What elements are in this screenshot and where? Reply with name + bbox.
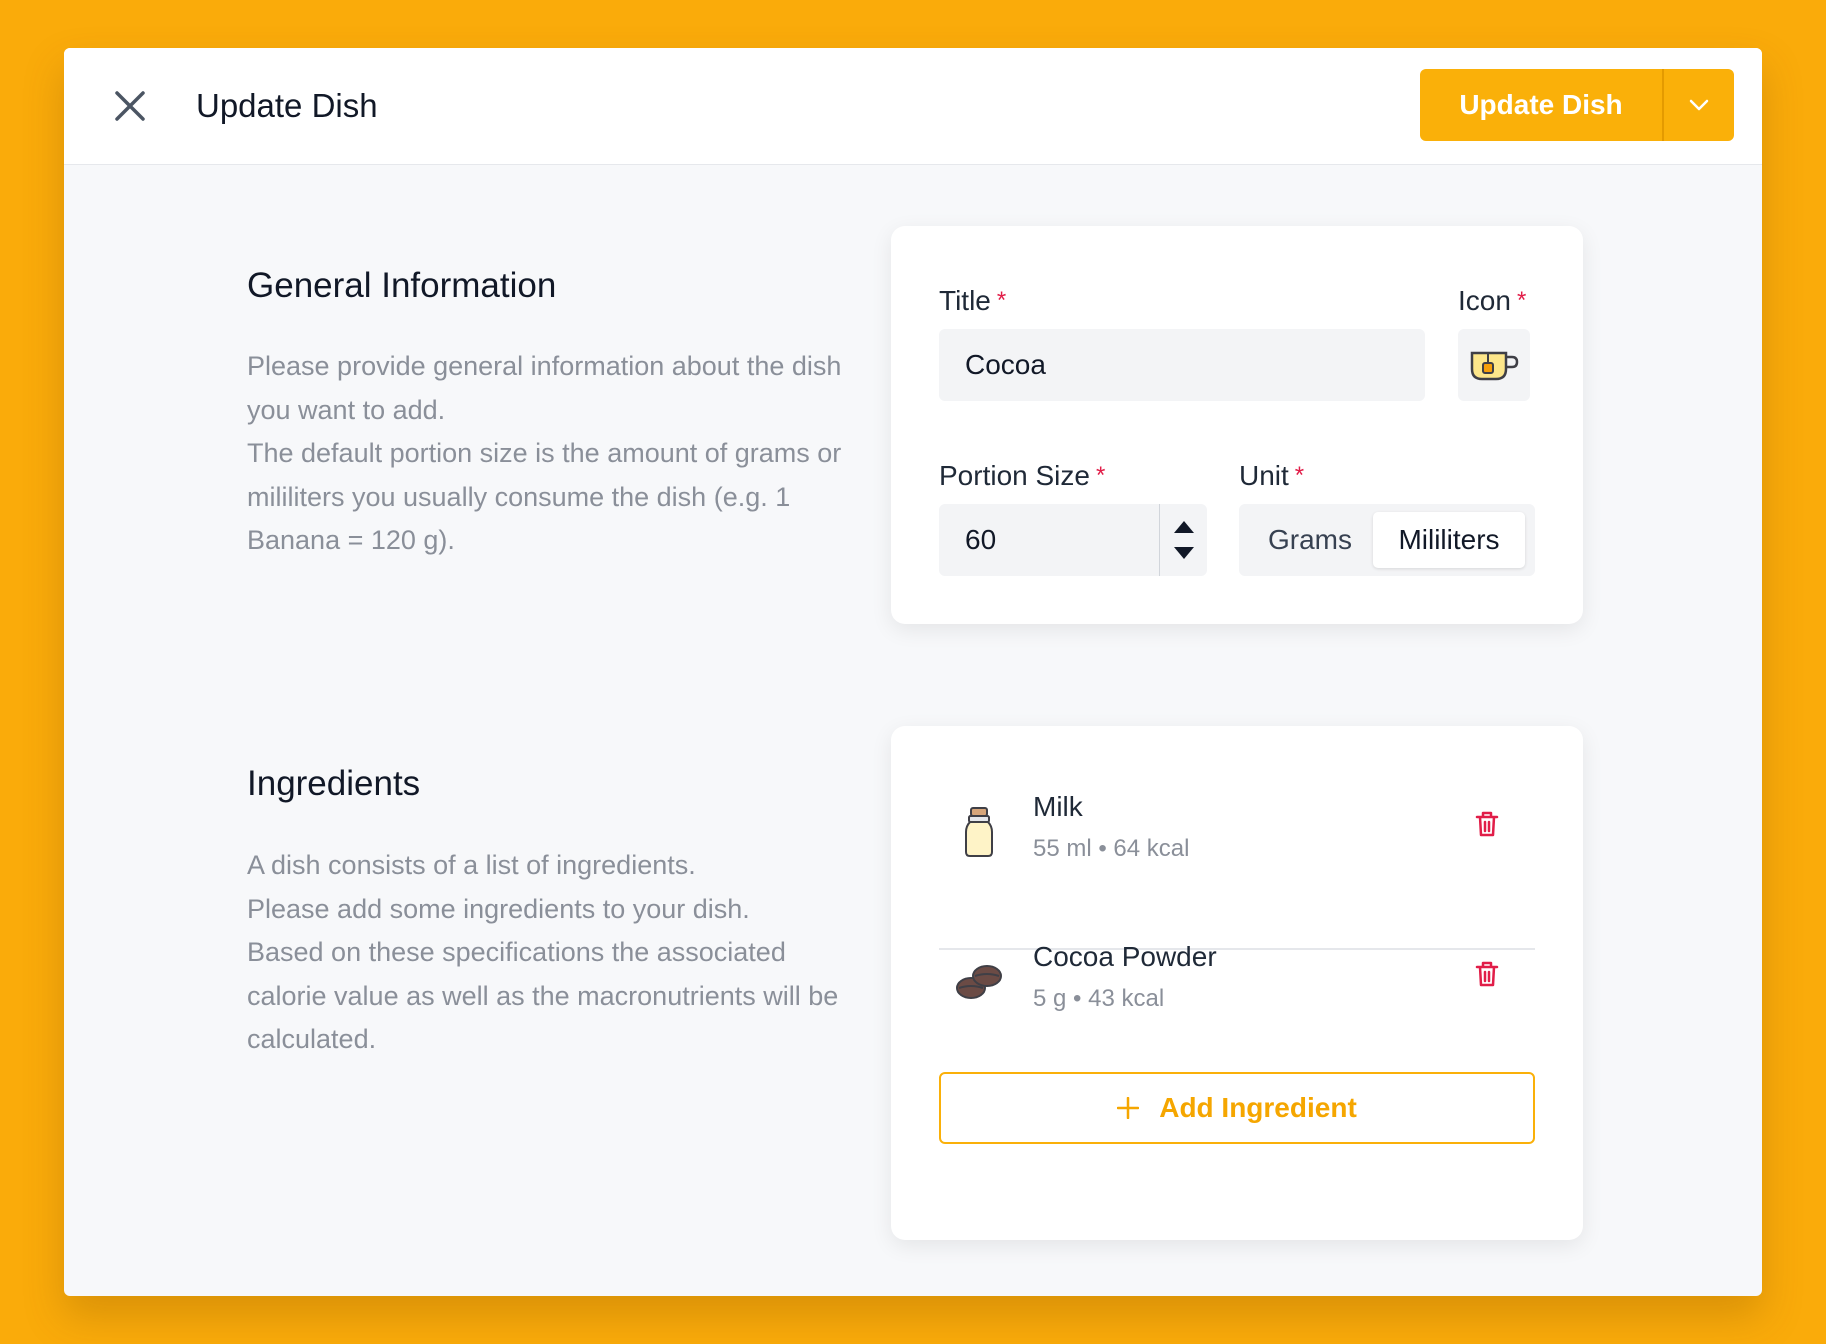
- increment-arrow-icon[interactable]: [1173, 521, 1194, 533]
- general-information-card: Title* Cocoa Icon* Portion Size* 60 U: [891, 226, 1583, 624]
- add-ingredient-button[interactable]: Add Ingredient: [939, 1072, 1535, 1144]
- coffee-beans-icon: [939, 950, 1019, 1014]
- chevron-down-icon: [1689, 99, 1709, 111]
- ingredient-meta: 55 ml • 64 kcal: [1033, 835, 1190, 862]
- unit-segmented-control: Grams Mililiters: [1239, 504, 1535, 576]
- ingredient-row[interactable]: Milk 55 ml • 64 kcal: [939, 774, 1535, 894]
- milk-bottle-icon: [939, 800, 1019, 864]
- close-button[interactable]: [108, 84, 152, 128]
- title-label: Title *: [939, 284, 1006, 318]
- required-marker: *: [996, 287, 1007, 314]
- ingredient-meta: 5 g • 43 kcal: [1033, 985, 1165, 1012]
- ingredients-card: Milk 55 ml • 64 kcal Cocoa Powder 5 g • …: [891, 726, 1583, 1240]
- unit-option-grams[interactable]: Grams: [1247, 512, 1373, 568]
- portion-size-stepper: [1159, 504, 1207, 576]
- icon-label-text: Icon: [1458, 285, 1511, 316]
- close-icon: [115, 91, 145, 121]
- delete-ingredient-button[interactable]: [1467, 954, 1507, 994]
- decrement-arrow-icon[interactable]: [1173, 547, 1194, 559]
- trash-icon: [1475, 961, 1499, 987]
- page-title: Update Dish: [196, 87, 378, 124]
- icon-label: Icon *: [1458, 284, 1526, 318]
- general-information-heading: General Information: [247, 266, 557, 305]
- top-bar: Update Dish Update Dish: [64, 48, 1762, 165]
- delete-ingredient-button[interactable]: [1467, 804, 1507, 844]
- ingredients-heading: Ingredients: [247, 764, 421, 803]
- teacup-icon: [1470, 351, 1519, 381]
- icon-picker-button[interactable]: [1458, 329, 1530, 401]
- required-marker: *: [1294, 462, 1305, 489]
- ingredient-row[interactable]: Cocoa Powder 5 g • 43 kcal: [939, 924, 1535, 1044]
- plus-icon: [1117, 1097, 1140, 1119]
- portion-size-value: 60: [965, 524, 997, 555]
- update-dish-split-button: Update Dish: [1420, 69, 1734, 141]
- ingredient-name: Milk: [1033, 791, 1083, 822]
- required-marker: *: [1095, 462, 1106, 489]
- unit-option-mililiters[interactable]: Mililiters: [1373, 512, 1525, 568]
- update-dish-button[interactable]: Update Dish: [1420, 69, 1662, 141]
- milk-bottle-icon-graphic: [965, 807, 993, 857]
- coffee-beans-icon-graphic: [956, 965, 1002, 999]
- ingredients-description: A dish consists of a list of ingredients…: [247, 850, 839, 1054]
- trash-icon: [1475, 811, 1499, 837]
- general-information-description: Please provide general information about…: [247, 351, 842, 555]
- portion-size-label-text: Portion Size: [939, 460, 1090, 491]
- unit-label-text: Unit: [1239, 460, 1289, 491]
- portion-size-label: Portion Size *: [939, 459, 1105, 493]
- ingredient-name: Cocoa Powder: [1033, 941, 1217, 972]
- update-dish-window: Update Dish Update Dish General Informat…: [64, 48, 1762, 1296]
- add-ingredient-label: Add Ingredient: [1159, 1092, 1357, 1123]
- unit-label: Unit *: [1239, 459, 1304, 493]
- portion-size-input[interactable]: 60: [939, 504, 1207, 576]
- required-marker: *: [1516, 287, 1527, 314]
- more-actions-button[interactable]: [1664, 69, 1734, 141]
- title-label-text: Title: [939, 285, 991, 316]
- title-input[interactable]: Cocoa: [939, 329, 1425, 401]
